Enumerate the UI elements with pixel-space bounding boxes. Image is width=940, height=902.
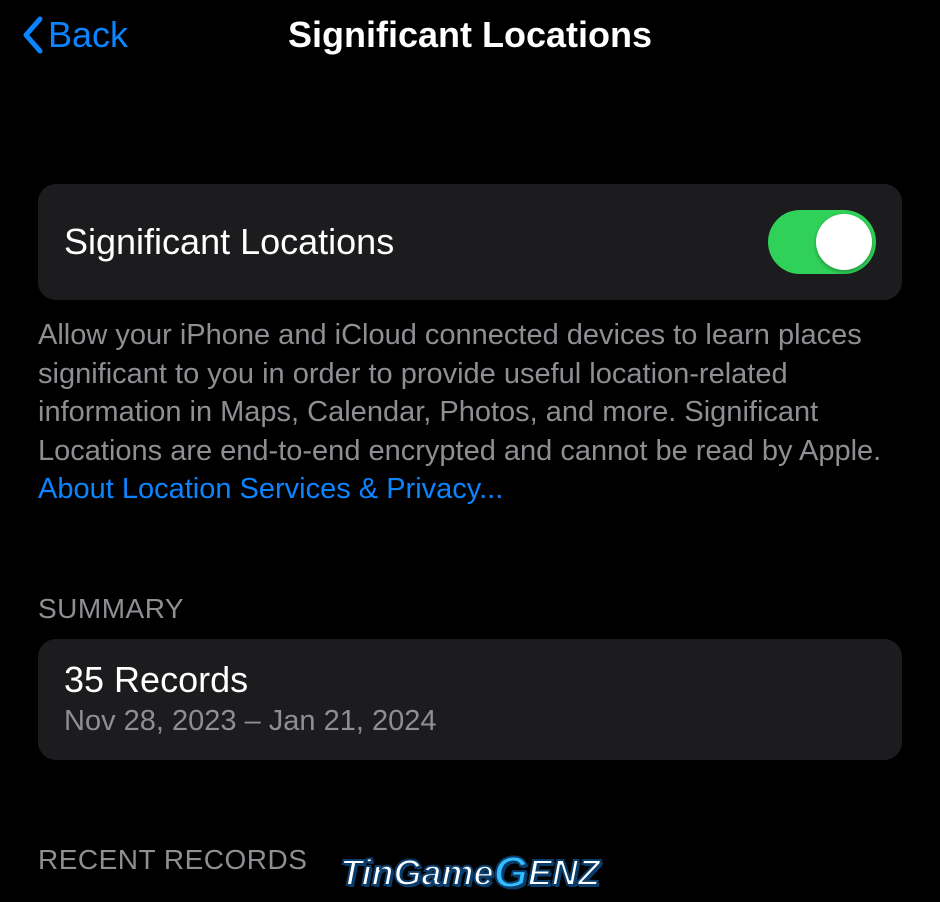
summary-records-count: 35 Records [64, 659, 876, 701]
significant-locations-label: Significant Locations [64, 221, 394, 263]
back-button[interactable]: Back [20, 14, 128, 56]
watermark-text-3: ENZ [528, 852, 600, 894]
description-body: Allow your iPhone and iCloud connected d… [38, 319, 881, 467]
summary-card[interactable]: 35 Records Nov 28, 2023 – Jan 21, 2024 [38, 639, 902, 760]
description-text: Allow your iPhone and iCloud connected d… [38, 300, 902, 509]
watermark: TinGameGENZ [340, 848, 600, 898]
settings-content: Significant Locations Allow your iPhone … [0, 184, 940, 876]
watermark-text-1: TinGame [340, 852, 493, 894]
navigation-header: Back Significant Locations [0, 0, 940, 76]
summary-date-range: Nov 28, 2023 – Jan 21, 2024 [64, 705, 876, 738]
chevron-left-icon [20, 15, 44, 55]
significant-locations-row: Significant Locations [38, 184, 902, 300]
switch-knob [816, 214, 872, 270]
watermark-text-2: G [494, 848, 528, 898]
page-title: Significant Locations [288, 14, 652, 56]
back-label: Back [48, 14, 128, 56]
significant-locations-toggle[interactable] [768, 210, 876, 274]
summary-section-header: SUMMARY [38, 593, 902, 625]
privacy-link[interactable]: About Location Services & Privacy... [38, 470, 503, 509]
